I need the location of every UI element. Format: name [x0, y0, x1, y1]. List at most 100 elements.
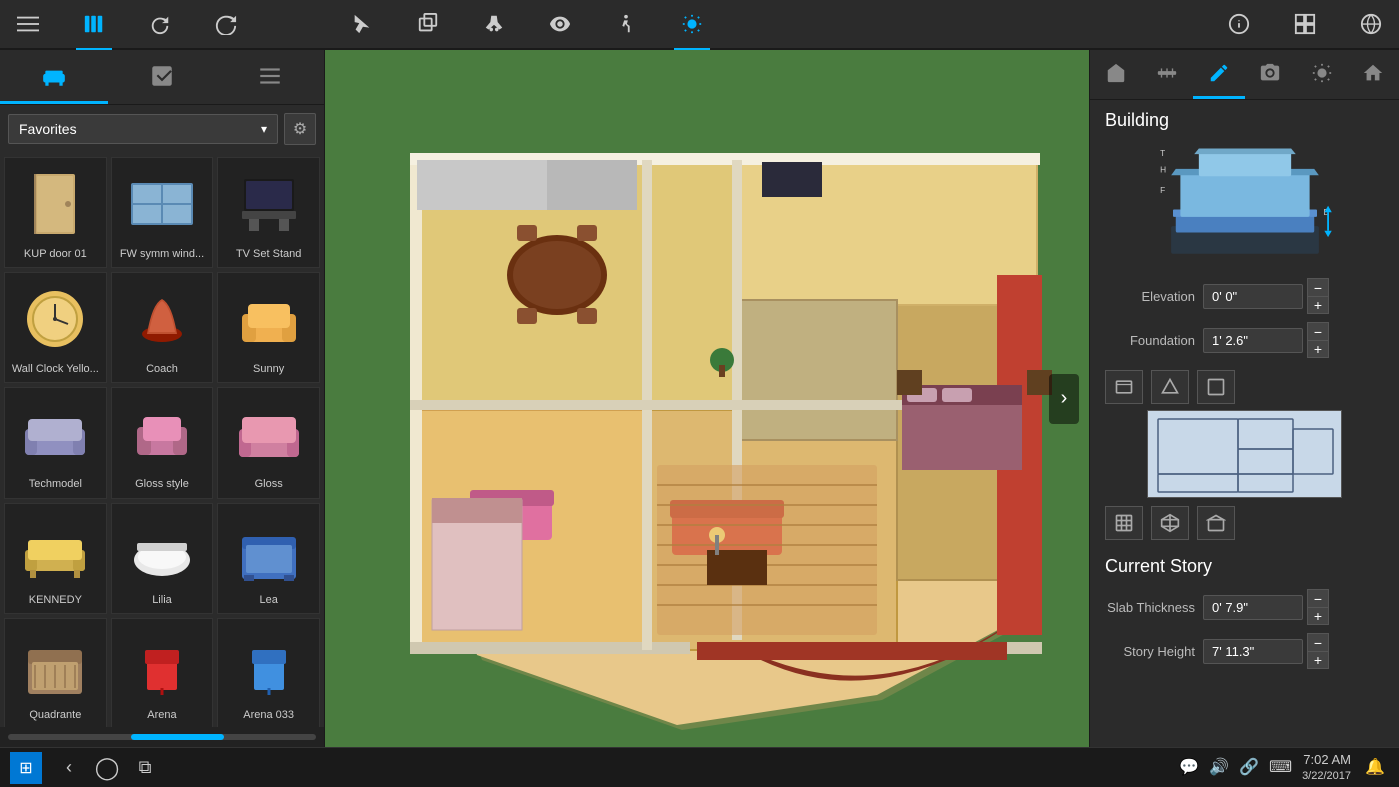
- item-label: Coach: [117, 363, 207, 376]
- redo-button[interactable]: [208, 6, 244, 42]
- furniture-grid: KUP door 01 FW symm wind...: [0, 153, 324, 727]
- list-item[interactable]: Wall Clock Yello...: [4, 272, 107, 383]
- elevation-field-row: Elevation − +: [1105, 278, 1384, 314]
- network-icon[interactable]: 🔗: [1239, 757, 1259, 777]
- tab-furniture[interactable]: [0, 50, 108, 104]
- expand-arrow[interactable]: ›: [1049, 374, 1079, 424]
- cut-button[interactable]: [476, 6, 512, 42]
- list-item[interactable]: FW symm wind...: [111, 157, 214, 268]
- story-height-plus-button[interactable]: +: [1307, 651, 1329, 669]
- main-layout: Favorites ▾ ⚙ KUP door 01: [0, 50, 1399, 747]
- item-thumbnail: [122, 279, 202, 359]
- list-item[interactable]: Quadrante: [4, 618, 107, 727]
- tab-home[interactable]: [1348, 50, 1399, 99]
- foundation-input[interactable]: [1203, 328, 1303, 353]
- undo-button[interactable]: [142, 6, 178, 42]
- layout-button[interactable]: [1287, 6, 1323, 42]
- item-thumbnail: [229, 625, 309, 705]
- floor-plan-thumbnail[interactable]: [1147, 410, 1342, 498]
- foundation-minus-button[interactable]: −: [1307, 322, 1329, 340]
- list-item[interactable]: Gloss: [217, 387, 320, 498]
- horizontal-scrollbar[interactable]: [0, 727, 324, 747]
- story-height-input[interactable]: [1203, 639, 1303, 664]
- menu-button[interactable]: [10, 6, 46, 42]
- item-label: KUP door 01: [10, 248, 100, 261]
- foundation-field-row: Foundation − +: [1105, 322, 1384, 358]
- elevation-steppers: − +: [1307, 278, 1329, 314]
- category-dropdown[interactable]: Favorites ▾: [8, 114, 278, 144]
- list-item[interactable]: Lilia: [111, 503, 214, 614]
- list-item[interactable]: Coach: [111, 272, 214, 383]
- list-item[interactable]: Arena 033: [217, 618, 320, 727]
- dropdown-label: Favorites: [19, 121, 77, 137]
- notification-button[interactable]: 🔔: [1361, 753, 1389, 781]
- list-item[interactable]: KENNEDY: [4, 503, 107, 614]
- elevation-plus-button[interactable]: +: [1307, 296, 1329, 314]
- building-title: Building: [1105, 110, 1384, 131]
- chat-icon[interactable]: 💬: [1179, 757, 1199, 777]
- tab-design[interactable]: [108, 50, 216, 104]
- taskbar-right: 💬 🔊 🔗 ⌨ 7:02 AM 3/22/2017 🔔: [1179, 751, 1389, 785]
- system-clock[interactable]: 7:02 AM 3/22/2017: [1302, 751, 1351, 785]
- item-thumbnail: [229, 510, 309, 590]
- tab-paint[interactable]: [1193, 50, 1245, 99]
- item-label: Techmodel: [10, 478, 100, 491]
- walk-button[interactable]: [608, 6, 644, 42]
- story-view-2[interactable]: [1151, 370, 1189, 404]
- list-item[interactable]: Techmodel: [4, 387, 107, 498]
- item-label: KENNEDY: [10, 594, 100, 607]
- slab-thickness-input[interactable]: [1203, 595, 1303, 620]
- list-item[interactable]: TV Set Stand: [217, 157, 320, 268]
- select-button[interactable]: [344, 6, 380, 42]
- story-height-minus-button[interactable]: −: [1307, 633, 1329, 651]
- settings-button[interactable]: ⚙: [284, 113, 316, 145]
- list-item[interactable]: Sunny: [217, 272, 320, 383]
- item-label: Gloss style: [117, 478, 207, 491]
- tab-build[interactable]: [1090, 50, 1142, 99]
- list-item[interactable]: Gloss style: [111, 387, 214, 498]
- tab-list[interactable]: [216, 50, 324, 104]
- right-panel-content: Building: [1090, 100, 1399, 747]
- canvas-viewport[interactable]: ›: [325, 50, 1089, 747]
- light-button[interactable]: [674, 6, 710, 42]
- elevation-label: Elevation: [1105, 289, 1195, 304]
- scroll-thumb[interactable]: [131, 734, 223, 740]
- item-label: Arena: [117, 709, 207, 722]
- start-button[interactable]: ⊞: [10, 752, 42, 784]
- story-view-1[interactable]: [1105, 370, 1143, 404]
- info-button[interactable]: [1221, 6, 1257, 42]
- 2d-view-button[interactable]: [1105, 506, 1143, 540]
- slab-thickness-minus-button[interactable]: −: [1307, 589, 1329, 607]
- tab-camera[interactable]: [1245, 50, 1297, 99]
- foundation-plus-button[interactable]: +: [1307, 340, 1329, 358]
- elevation-view-button[interactable]: [1197, 506, 1235, 540]
- globe-button[interactable]: [1353, 6, 1389, 42]
- foundation-steppers: − +: [1307, 322, 1329, 358]
- list-item[interactable]: Arena: [111, 618, 214, 727]
- slab-thickness-plus-button[interactable]: +: [1307, 607, 1329, 625]
- list-item[interactable]: KUP door 01: [4, 157, 107, 268]
- taskbar: ⊞ ‹ ◯ ⧉ 💬 🔊 🔗 ⌨ 7:02 AM 3/22/2017 🔔: [0, 747, 1399, 787]
- clock-date: 3/22/2017: [1302, 769, 1351, 784]
- story-view-3[interactable]: [1197, 370, 1235, 404]
- keyboard-icon[interactable]: ⌨: [1269, 757, 1292, 777]
- volume-icon[interactable]: 🔊: [1209, 757, 1229, 777]
- item-thumbnail: [229, 394, 309, 474]
- floor-plan-thumbnail-container: [1105, 410, 1384, 498]
- right-panel-tabs: [1090, 50, 1399, 100]
- view-button[interactable]: [542, 6, 578, 42]
- task-view-button[interactable]: ⧉: [130, 753, 160, 783]
- left-panel-tabs: [0, 50, 324, 105]
- elevation-input[interactable]: [1203, 284, 1303, 309]
- cortana-button[interactable]: ◯: [92, 753, 122, 783]
- back-button[interactable]: ‹: [54, 753, 84, 783]
- item-thumbnail: [122, 625, 202, 705]
- elevation-minus-button[interactable]: −: [1307, 278, 1329, 296]
- 3d-view-button[interactable]: [1151, 506, 1189, 540]
- chevron-down-icon: ▾: [261, 122, 267, 136]
- tab-measure[interactable]: [1142, 50, 1194, 99]
- list-item[interactable]: Lea: [217, 503, 320, 614]
- duplicate-button[interactable]: [410, 6, 446, 42]
- library-button[interactable]: [76, 6, 112, 42]
- tab-light[interactable]: [1296, 50, 1348, 99]
